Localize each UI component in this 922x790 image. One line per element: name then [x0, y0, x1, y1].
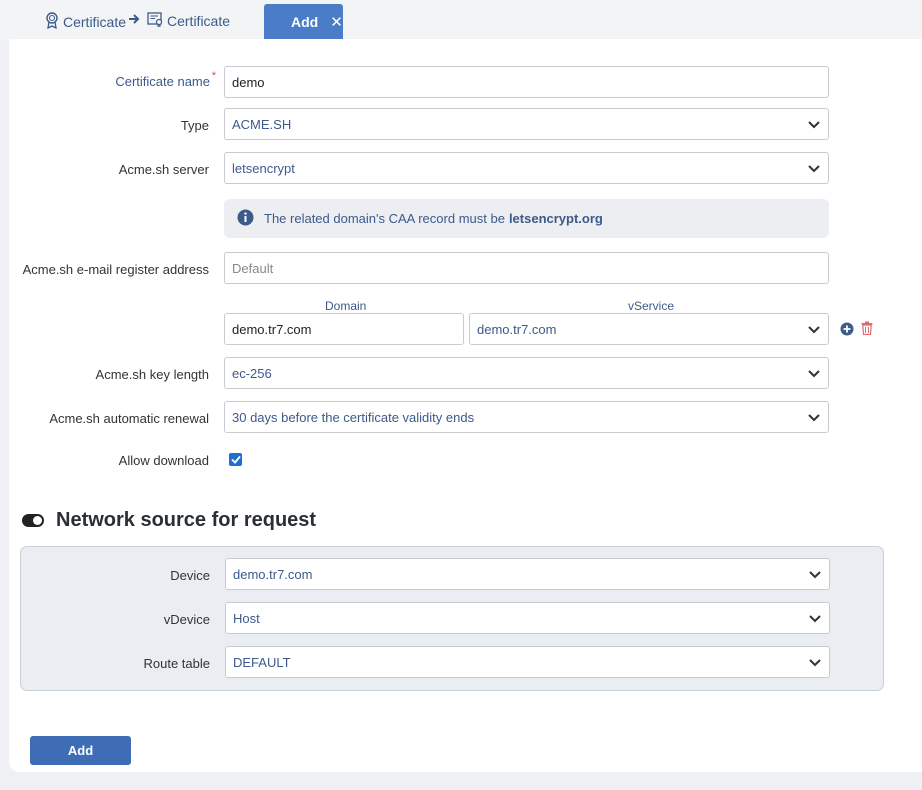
check-icon — [230, 455, 241, 464]
acme-server-label: Acme.sh server — [118, 162, 209, 177]
cert-name-input[interactable]: demo — [224, 66, 829, 98]
email-label: Acme.sh e-mail register address — [22, 262, 209, 277]
cert-name-label: Certificate name * — [115, 70, 216, 89]
domain-value: demo.tr7.com — [232, 321, 312, 337]
certificate-badge-icon — [44, 12, 63, 32]
info-icon — [237, 209, 254, 229]
tab-label: Add — [291, 13, 319, 30]
route-table-value: DEFAULT — [233, 654, 291, 670]
arrow-right-icon — [128, 13, 140, 28]
type-select[interactable]: ACME.SH — [224, 108, 829, 140]
email-placeholder: Default — [232, 260, 274, 276]
device-select[interactable]: demo.tr7.com — [225, 558, 830, 590]
breadcrumb-certificate[interactable]: Certificate — [44, 12, 126, 32]
chevron-down-icon — [809, 656, 821, 671]
tab-add[interactable]: Add ✕ — [264, 4, 343, 39]
chevron-down-icon — [809, 568, 821, 583]
device-value: demo.tr7.com — [233, 566, 313, 582]
allow-download-label: Allow download — [118, 453, 209, 468]
route-table-select[interactable]: DEFAULT — [225, 646, 830, 678]
renewal-value: 30 days before the certificate validity … — [232, 409, 475, 425]
add-row-icon[interactable] — [840, 322, 854, 339]
breadcrumb-label: Certificate — [167, 13, 231, 29]
chevron-down-icon — [808, 411, 820, 426]
domain-column-header: Domain — [325, 299, 367, 313]
chevron-down-icon — [808, 118, 820, 133]
vdevice-select[interactable]: Host — [225, 602, 830, 634]
add-button[interactable]: Add — [30, 736, 131, 765]
vservice-value: demo.tr7.com — [477, 321, 557, 337]
trash-icon[interactable] — [861, 321, 873, 338]
chevron-down-icon — [808, 367, 820, 382]
type-label: Type — [180, 118, 209, 133]
vdevice-value: Host — [233, 610, 260, 626]
acme-server-select[interactable]: letsencrypt — [224, 152, 829, 184]
certificate-document-icon — [147, 12, 167, 30]
key-length-select[interactable]: ec-256 — [224, 357, 829, 389]
device-label: Device — [170, 568, 210, 583]
email-input[interactable]: Default — [224, 252, 829, 284]
cert-name-value: demo — [232, 74, 265, 90]
chevron-down-icon — [808, 323, 820, 338]
acme-server-value: letsencrypt — [232, 160, 295, 176]
toggle-switch[interactable] — [22, 514, 44, 527]
renewal-select[interactable]: 30 days before the certificate validity … — [224, 401, 829, 433]
chevron-down-icon — [809, 612, 821, 627]
caa-info-box: The related domain's CAA record must be … — [224, 199, 829, 238]
vdevice-label: vDevice — [163, 612, 210, 627]
type-value: ACME.SH — [232, 116, 292, 132]
breadcrumb-label: Certificate — [63, 14, 127, 30]
chevron-down-icon — [808, 162, 820, 177]
info-domain: letsencrypt.org — [508, 211, 603, 226]
domain-input[interactable]: demo.tr7.com — [224, 313, 464, 345]
key-length-value: ec-256 — [232, 365, 272, 381]
route-table-label: Route table — [143, 656, 211, 671]
key-length-label: Acme.sh key length — [95, 367, 209, 382]
breadcrumb-certificate-list[interactable]: Certificate — [147, 12, 230, 30]
close-icon[interactable]: ✕ — [330, 13, 343, 31]
info-text: The related domain's CAA record must be — [264, 211, 505, 226]
network-section-title: Network source for request — [22, 509, 316, 532]
network-title-text: Network source for request — [56, 509, 317, 531]
renewal-label: Acme.sh automatic renewal — [49, 411, 209, 426]
top-bar: Certificate Certificate Add ✕ — [0, 0, 922, 40]
required-mark: * — [211, 70, 216, 82]
vservice-column-header: vService — [628, 299, 675, 313]
vservice-select[interactable]: demo.tr7.com — [469, 313, 829, 345]
allow-download-checkbox[interactable] — [229, 453, 242, 466]
